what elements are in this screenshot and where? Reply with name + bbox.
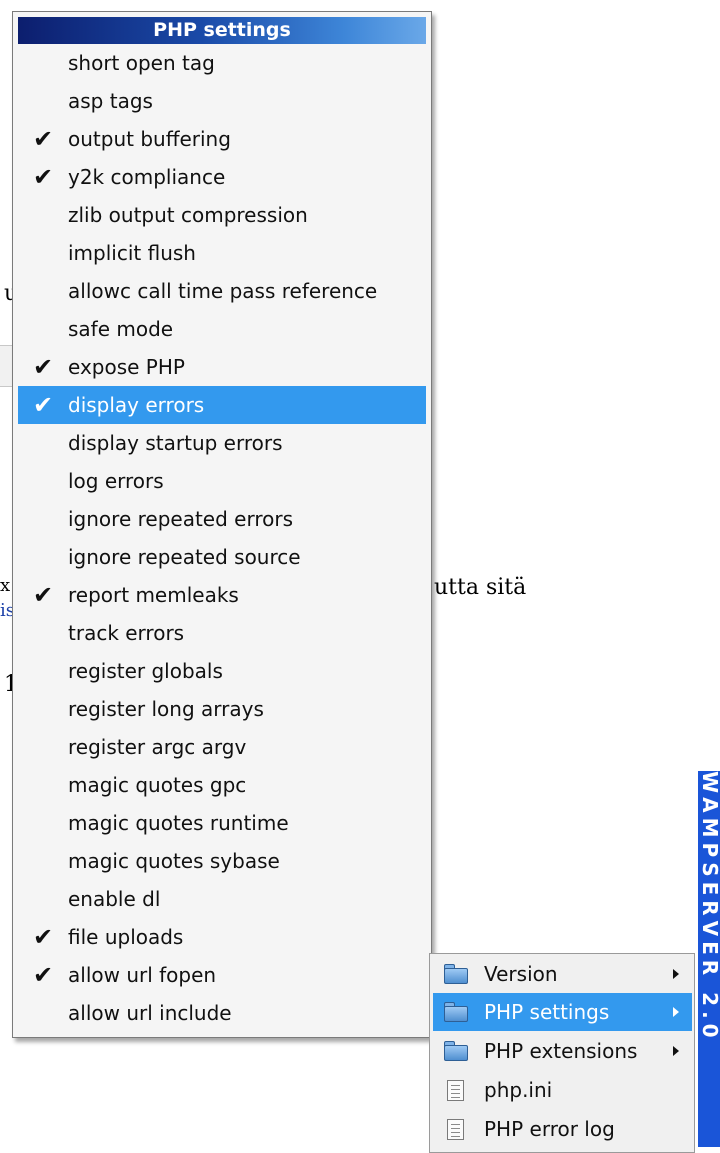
checkmark-icon: ✔ [32,163,54,191]
menu-item-enable-dl[interactable]: enable dl [18,880,426,918]
menu-item-label: register long arrays [68,697,264,721]
wamp-tray-menu: Version PHP settings PHP extensions php.ini… [429,953,695,1153]
menu-item-allow-url-include[interactable]: allow url include [18,994,426,1032]
menu-item-register-argc-argv[interactable]: register argc argv [18,728,426,766]
menu-title: PHP settings [18,17,426,44]
wampserver-banner: WAMPSERVER 2.0 [698,771,720,1147]
tray-item-php-ini[interactable]: php.ini [433,1071,692,1109]
menu-item-register-globals[interactable]: register globals [18,652,426,690]
menu-item-track-errors[interactable]: track errors [18,614,426,652]
menu-item-short-open-tag[interactable]: short open tag [18,44,426,82]
menu-item-label: file uploads [68,925,184,949]
menu-item-label: asp tags [68,89,153,113]
menu-item-label: allow url fopen [68,963,217,987]
menu-item-display-startup-errors[interactable]: display startup errors [18,424,426,462]
menu-item-label: safe mode [68,317,174,341]
menu-item-allow-url-fopen[interactable]: ✔ allow url fopen [18,956,426,994]
background-text-fragment: utta sitä [434,575,527,600]
background-text-fragment: x [0,575,11,596]
tray-item-php-extensions[interactable]: PHP extensions [433,1032,692,1070]
menu-item-log-errors[interactable]: log errors [18,462,426,500]
menu-item-asp-tags[interactable]: asp tags [18,82,426,120]
tray-item-label: PHP extensions [484,1039,638,1063]
tray-item-label: Version [484,962,558,986]
menu-item-label: register argc argv [68,735,247,759]
menu-item-file-uploads[interactable]: ✔ file uploads [18,918,426,956]
menu-item-display-errors[interactable]: ✔ display errors [18,386,426,424]
checkmark-icon: ✔ [32,391,54,419]
menu-item-magic-quotes-runtime[interactable]: magic quotes runtime [18,804,426,842]
menu-item-zlib-output-compression[interactable]: zlib output compression [18,196,426,234]
menu-item-register-long-arrays[interactable]: register long arrays [18,690,426,728]
folder-icon [444,964,468,984]
menu-item-label: display startup errors [68,431,283,455]
submenu-arrow-icon [673,1046,679,1056]
menu-item-allowc-call-time-pass-reference[interactable]: allowc call time pass reference [18,272,426,310]
menu-item-label: magic quotes sybase [68,849,280,873]
menu-item-label: zlib output compression [68,203,308,227]
menu-item-implicit-flush[interactable]: implicit flush [18,234,426,272]
checkmark-icon: ✔ [32,125,54,153]
menu-item-label: output buffering [68,127,231,151]
menu-item-safe-mode[interactable]: safe mode [18,310,426,348]
menu-item-magic-quotes-sybase[interactable]: magic quotes sybase [18,842,426,880]
tray-item-label: PHP settings [484,1000,610,1024]
menu-item-label: allow url include [68,1001,232,1025]
menu-item-label: magic quotes runtime [68,811,289,835]
menu-item-ignore-repeated-errors[interactable]: ignore repeated errors [18,500,426,538]
menu-item-label: ignore repeated errors [68,507,293,531]
menu-item-y2k-compliance[interactable]: ✔ y2k compliance [18,158,426,196]
menu-item-magic-quotes-gpc[interactable]: magic quotes gpc [18,766,426,804]
folder-icon [444,1002,468,1022]
submenu-arrow-icon [673,1007,679,1017]
menu-item-output-buffering[interactable]: ✔ output buffering [18,120,426,158]
checkmark-icon: ✔ [32,581,54,609]
menu-item-label: log errors [68,469,164,493]
tray-item-version[interactable]: Version [433,955,692,993]
menu-item-label: register globals [68,659,223,683]
menu-item-label: implicit flush [68,241,196,265]
folder-icon [444,1041,468,1061]
menu-item-label: display errors [68,393,205,417]
menu-item-label: magic quotes gpc [68,773,247,797]
checkmark-icon: ✔ [32,961,54,989]
php-settings-menu: PHP settings short open tag asp tags ✔ outp… [12,11,432,1038]
checkmark-icon: ✔ [32,353,54,381]
menu-item-label: report memleaks [68,583,239,607]
checkmark-icon: ✔ [32,923,54,951]
menu-item-ignore-repeated-source[interactable]: ignore repeated source [18,538,426,576]
banner-text: WAMPSERVER 2.0 [698,771,720,1043]
menu-item-report-memleaks[interactable]: ✔ report memleaks [18,576,426,614]
document-icon [444,1080,468,1101]
menu-item-expose-PHP[interactable]: ✔ expose PHP [18,348,426,386]
document-icon [444,1119,468,1140]
menu-item-label: short open tag [68,51,215,75]
menu-item-list: short open tag asp tags ✔ output buffering ✔… [18,44,426,1032]
menu-item-label: expose PHP [68,355,185,379]
tray-item-label: PHP error log [484,1117,615,1141]
menu-item-label: ignore repeated source [68,545,301,569]
menu-item-label: allowc call time pass reference [68,279,378,303]
submenu-arrow-icon [673,969,679,979]
menu-item-label: track errors [68,621,185,645]
tray-item-label: php.ini [484,1078,553,1102]
menu-item-label: y2k compliance [68,165,226,189]
menu-item-label: enable dl [68,887,161,911]
tray-item-php-error-log[interactable]: PHP error log [433,1110,692,1148]
tray-item-php-settings[interactable]: PHP settings [433,993,692,1031]
